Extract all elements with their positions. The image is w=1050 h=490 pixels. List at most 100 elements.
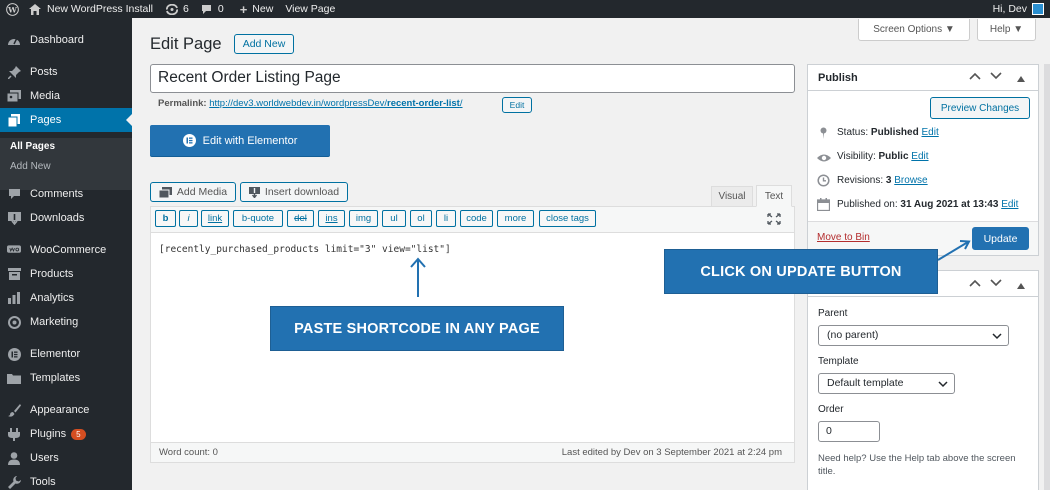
move-to-bin-link[interactable]: Move to Bin xyxy=(817,232,870,243)
qt-italic-button[interactable]: i xyxy=(179,210,198,227)
sidebar-item-elementor[interactable]: Elementor xyxy=(0,342,132,366)
sidebar-item-pages[interactable]: Pages xyxy=(0,108,132,132)
status-row: Status: Published Edit xyxy=(837,127,939,138)
qt-ol-button[interactable]: ol xyxy=(410,210,432,227)
content-textarea[interactable]: [recently_purchased_products limit="3" v… xyxy=(159,244,451,255)
tab-text[interactable]: Text xyxy=(756,185,792,207)
eye-icon xyxy=(817,153,831,166)
updates-link[interactable]: 6 xyxy=(165,3,189,15)
submenu-item-add-new[interactable]: Add New xyxy=(10,161,51,172)
sidebar-item-marketing[interactable]: Marketing xyxy=(0,310,132,334)
update-button[interactable]: Update xyxy=(972,227,1029,250)
submenu-item-all-pages[interactable]: All Pages xyxy=(10,141,55,152)
sidebar-item-label: Media xyxy=(30,90,60,102)
view-page-link[interactable]: View Page xyxy=(285,3,335,15)
qt-ul-button[interactable]: ul xyxy=(382,210,406,227)
screen-options-button[interactable]: Screen Options ▼ xyxy=(858,19,970,41)
status-label: Status: xyxy=(837,127,869,138)
publish-panel-title: Publish xyxy=(818,72,858,84)
download-icon xyxy=(248,186,260,198)
insert-download-button[interactable]: Insert download xyxy=(240,182,348,202)
parent-select[interactable]: (no parent) xyxy=(818,325,1009,346)
home-icon xyxy=(29,3,41,15)
published-on-edit-link[interactable]: Edit xyxy=(1001,199,1018,210)
page-scrollbar[interactable] xyxy=(1044,64,1050,490)
order-input[interactable]: 0 xyxy=(818,421,880,442)
qt-close-tags-button[interactable]: close tags xyxy=(539,210,596,227)
qt-code-button[interactable]: code xyxy=(460,210,493,227)
permalink-link[interactable]: http://dev3.worldwebdev.in/wordpressDev/… xyxy=(209,98,462,109)
sidebar-item-label: Analytics xyxy=(30,292,75,304)
sidebar-item-products[interactable]: Products xyxy=(0,262,132,286)
visibility-value: Public xyxy=(878,151,909,162)
sidebar-item-users[interactable]: Users xyxy=(0,446,132,470)
sidebar-item-plugins[interactable]: Plugins 5 xyxy=(0,422,132,446)
sidebar-item-media[interactable]: Media xyxy=(0,84,132,108)
chevron-down-icon[interactable] xyxy=(990,71,1002,84)
sidebar-item-label: Appearance xyxy=(30,404,90,416)
calendar-icon xyxy=(816,198,831,214)
permalink-edit-button[interactable]: Edit xyxy=(502,97,532,113)
qt-img-button[interactable]: img xyxy=(349,210,378,227)
chevron-up-icon[interactable] xyxy=(969,278,981,291)
permalink-trail: / xyxy=(459,98,463,109)
page-title: Edit Page xyxy=(150,35,222,53)
sidebar-item-appearance[interactable]: Appearance xyxy=(0,398,132,422)
wordpress-logo-icon[interactable]: W xyxy=(6,2,19,16)
fullscreen-expand-icon[interactable] xyxy=(766,211,782,227)
post-title-input[interactable]: Recent Order Listing Page xyxy=(150,64,795,93)
qt-more-button[interactable]: more xyxy=(497,210,534,227)
sidebar-item-comments[interactable]: Comments xyxy=(0,182,132,206)
chevron-down-icon[interactable] xyxy=(990,278,1002,291)
help-button[interactable]: Help ▼ xyxy=(977,19,1036,41)
sidebar-item-label: Comments xyxy=(30,188,84,200)
svg-text:W: W xyxy=(7,5,17,14)
publish-panel: Publish Preview Changes Status: Publishe… xyxy=(807,64,1039,256)
status-edit-link[interactable]: Edit xyxy=(922,127,939,138)
sidebar-item-posts[interactable]: Posts xyxy=(0,60,132,84)
edit-with-elementor-button[interactable]: Edit with Elementor xyxy=(150,125,330,156)
order-label: Order xyxy=(818,404,844,415)
qt-bquote-button[interactable]: b-quote xyxy=(233,210,283,227)
browse-revisions-link[interactable]: Browse xyxy=(894,175,927,186)
my-account-link[interactable]: Hi, Dev xyxy=(993,0,1044,18)
comments-link[interactable]: 0 xyxy=(201,3,224,15)
sidebar-item-templates[interactable]: Templates xyxy=(0,366,132,390)
site-name-link[interactable]: New WordPress Install xyxy=(29,3,153,15)
qt-bold-button[interactable]: b xyxy=(155,210,176,227)
template-select[interactable]: Default template xyxy=(818,373,955,394)
chevron-up-icon[interactable] xyxy=(969,71,981,84)
pin-icon xyxy=(818,127,829,142)
add-media-button[interactable]: Add Media xyxy=(150,182,236,202)
sidebar-item-downloads[interactable]: Downloads xyxy=(0,206,132,230)
qt-ins-button[interactable]: ins xyxy=(318,210,345,227)
add-media-label: Add Media xyxy=(176,186,228,198)
sidebar-item-dashboard[interactable]: Dashboard xyxy=(0,28,132,52)
visibility-edit-link[interactable]: Edit xyxy=(911,151,928,162)
plus-icon: + xyxy=(239,1,248,17)
collapse-triangle-icon[interactable] xyxy=(1017,73,1025,85)
tab-visual[interactable]: Visual xyxy=(711,186,753,206)
click-update-callout: CLICK ON UPDATE BUTTON xyxy=(664,249,938,294)
chevron-down-icon xyxy=(992,331,1002,343)
elementor-icon xyxy=(182,134,196,147)
admin-bar: W New WordPress Install 6 0 + New View P… xyxy=(0,0,1050,18)
sidebar-item-tools[interactable]: Tools xyxy=(0,470,132,490)
preview-changes-button[interactable]: Preview Changes xyxy=(930,97,1030,119)
sidebar-item-analytics[interactable]: Analytics xyxy=(0,286,132,310)
qt-li-button[interactable]: li xyxy=(436,210,456,227)
wrench-icon xyxy=(7,475,21,489)
sidebar-item-woocommerce[interactable]: WooCommerce xyxy=(0,238,132,262)
pages-icon xyxy=(7,113,21,127)
add-new-page-button[interactable]: Add New xyxy=(234,34,294,54)
greeting-label: Hi, Dev xyxy=(992,3,1027,15)
parent-label: Parent xyxy=(818,308,848,319)
comment-bubble-icon xyxy=(7,187,21,201)
dashboard-icon xyxy=(7,33,21,47)
user-icon xyxy=(7,451,21,465)
sidebar-item-label: Tools xyxy=(30,476,56,488)
collapse-triangle-icon[interactable] xyxy=(1017,280,1025,292)
qt-del-button[interactable]: del xyxy=(287,210,314,227)
new-content-link[interactable]: + New xyxy=(240,2,274,17)
qt-link-button[interactable]: link xyxy=(201,210,229,227)
